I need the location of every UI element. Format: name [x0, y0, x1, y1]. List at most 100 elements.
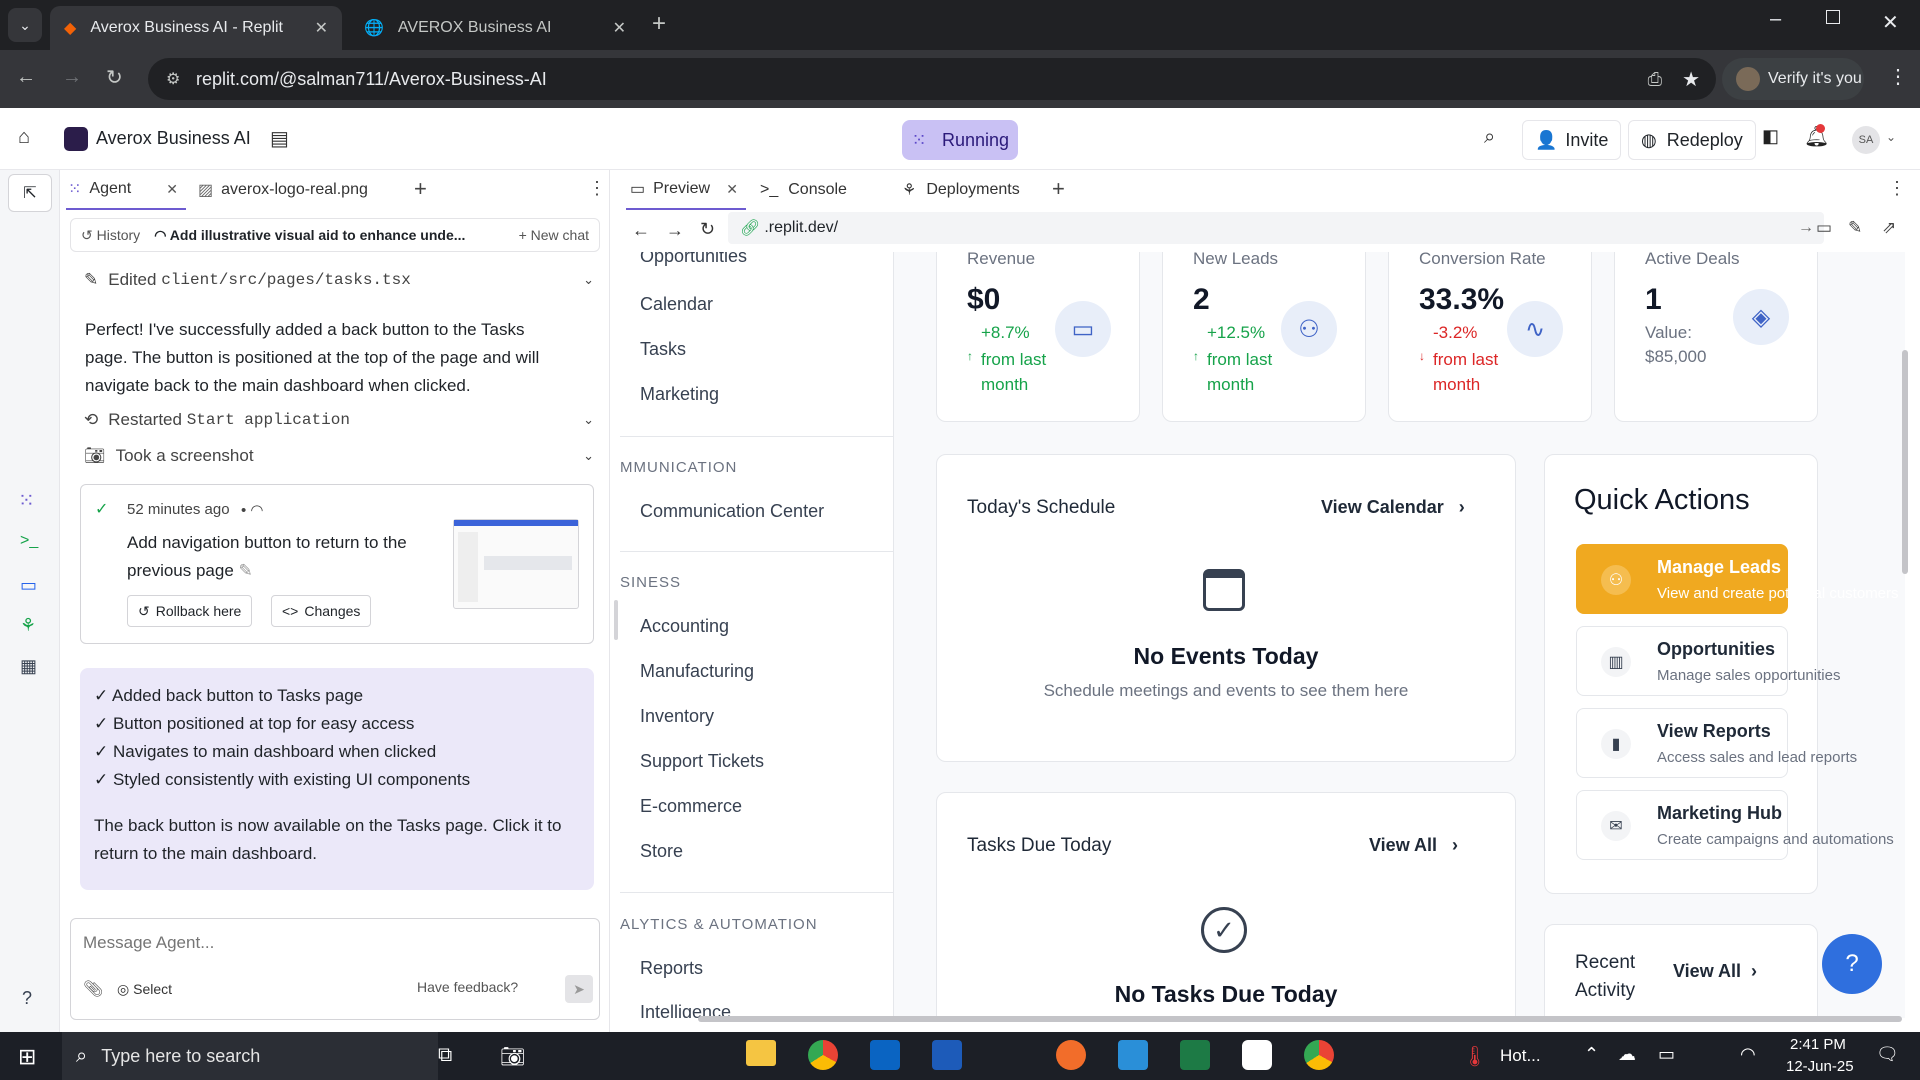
home-icon[interactable]: ⌂ [18, 126, 30, 149]
vscode-icon[interactable] [1118, 1040, 1148, 1070]
nav-item-e-commerce[interactable]: E-commerce [640, 796, 742, 817]
vertical-scrollbar[interactable] [1902, 350, 1908, 574]
view-calendar-link[interactable]: View Calendar › [1321, 497, 1465, 518]
preview-reload-icon[interactable]: ↻ [700, 219, 715, 240]
all-tools-icon[interactable]: ▦ [20, 656, 37, 677]
task-view-icon[interactable]: ⧉ [438, 1044, 452, 1067]
nav-item-manufacturing[interactable]: Manufacturing [640, 661, 754, 682]
address-bar[interactable]: ⚙ replit.com/@salman711/Averox-Business-… [148, 58, 1716, 100]
project-name[interactable]: Averox Business AI [96, 128, 251, 149]
firefox-icon[interactable] [1056, 1040, 1086, 1070]
clock-date[interactable]: 12-Jun-25 [1786, 1058, 1854, 1075]
new-chat-button[interactable]: + New chat [519, 227, 589, 243]
close-window-icon[interactable]: ✕ [1882, 10, 1899, 35]
send-button[interactable]: ➤ [565, 975, 593, 1003]
console-tool-icon[interactable]: >_ [20, 532, 38, 550]
extensions-icon[interactable]: ◧ [1762, 126, 1779, 147]
panel-menu-icon[interactable]: ⋮ [588, 178, 606, 199]
browser-menu-icon[interactable]: ⋮ [1888, 64, 1908, 89]
chevron-down-icon[interactable]: ⌄ [583, 412, 594, 428]
help-icon[interactable]: ? [22, 988, 32, 1009]
new-tool-icon[interactable]: ⇱ [8, 174, 52, 212]
maximize-icon[interactable] [1826, 10, 1840, 24]
preview-tool-icon[interactable]: ▭ [20, 575, 37, 596]
minimize-icon[interactable]: – [1770, 8, 1781, 31]
quick-action-manage-leads[interactable]: ⚇ Manage Leads View and create potential… [1576, 544, 1899, 614]
chrome-active-icon[interactable] [1304, 1040, 1334, 1070]
tab-image-file[interactable]: ▨ averox-logo-real.png [192, 170, 368, 210]
nav-item-marketing[interactable]: Marketing [640, 384, 719, 405]
quick-action-opportunities[interactable]: ▥ Opportunities Manage sales opportuniti… [1576, 626, 1840, 696]
chrome-icon[interactable] [808, 1040, 838, 1070]
forward-arrow-icon[interactable]: → [62, 66, 82, 89]
site-info-icon[interactable]: ⚙ [166, 69, 180, 89]
taskbar-search[interactable]: ⌕ Type here to search [62, 1032, 438, 1080]
wifi-icon[interactable]: ◠ [1740, 1044, 1756, 1065]
horizontal-scrollbar[interactable] [698, 1016, 1902, 1022]
tab-console[interactable]: >_ Console [756, 170, 847, 210]
panel-resize-handle[interactable] [614, 600, 618, 640]
nav-item-reports[interactable]: Reports [640, 958, 703, 979]
notifications-icon[interactable]: 🗨︎ [1876, 1044, 1899, 1065]
project-menu-icon[interactable]: ▤ [270, 126, 289, 151]
excel-icon[interactable] [1180, 1040, 1210, 1070]
history-button[interactable]: ↺ History [71, 227, 140, 244]
chevron-down-icon[interactable]: ⌄ [583, 448, 594, 464]
preview-back-icon[interactable]: ← [632, 220, 650, 241]
close-tab-icon[interactable]: ✕ [166, 181, 178, 198]
browser-tab-active[interactable]: ◆ Averox Business AI - Replit ✕ [50, 6, 342, 50]
file-explorer-icon[interactable] [746, 1040, 776, 1066]
select-button[interactable]: ◎ Select [117, 981, 172, 998]
screenshot-action[interactable]: 📷︎ Took a screenshot ⌄ [84, 446, 594, 466]
browser-tab-inactive[interactable]: 🌐 AVEROX Business AI ✕ [350, 6, 640, 50]
help-fab[interactable]: ? [1822, 934, 1882, 994]
nav-item-store[interactable]: Store [640, 841, 683, 862]
tab-deployments[interactable]: ⚘ Deployments [884, 170, 1020, 210]
camera-app-icon[interactable]: 📷︎ [500, 1044, 525, 1069]
bookmark-star-icon[interactable]: ★ [1682, 67, 1700, 92]
device-icon[interactable]: ▭ [1816, 218, 1832, 238]
changes-button[interactable]: <> Changes [271, 595, 372, 627]
battery-icon[interactable]: ▭ [1658, 1044, 1675, 1065]
preview-forward-icon[interactable]: → [666, 220, 684, 241]
view-all-tasks-link[interactable]: View All › [1369, 835, 1458, 856]
view-all-activity-link[interactable]: View All › [1673, 961, 1757, 982]
attach-icon[interactable]: 📎︎ [83, 979, 103, 999]
tab-agent[interactable]: ⁙ Agent ✕ [66, 170, 186, 210]
open-new-tab-icon[interactable]: ⇗ [1882, 218, 1896, 238]
clock-time[interactable]: 2:41 PM [1790, 1036, 1846, 1053]
feedback-link[interactable]: Have feedback? [417, 979, 518, 995]
close-tab-icon[interactable]: ✕ [315, 18, 328, 38]
search-icon[interactable]: ⌕ [1484, 126, 1495, 149]
weather-text[interactable]: Hot... [1500, 1046, 1541, 1066]
edited-file-action[interactable]: ✎ Edited client/src/pages/tasks.tsx ⌄ [84, 270, 594, 290]
tab-preview[interactable]: ▭ Preview ✕ [626, 170, 746, 210]
arrow-right-icon[interactable]: → [1798, 219, 1814, 237]
quick-action-marketing-hub[interactable]: ✉ Marketing Hub Create campaigns and aut… [1576, 790, 1894, 860]
nav-item-tasks[interactable]: Tasks [640, 339, 686, 360]
run-status-button[interactable]: ⁙ Running [902, 120, 1018, 160]
pencil-icon[interactable]: ✎ [239, 561, 253, 580]
rollback-button[interactable]: ↺ Rollback here [127, 595, 253, 627]
message-input[interactable] [83, 929, 583, 957]
agent-tool-icon[interactable]: ⁙ [18, 488, 35, 513]
chevron-down-icon[interactable]: ⌄ [1886, 130, 1896, 144]
nav-item-calendar[interactable]: Calendar [640, 294, 713, 315]
chevron-down-icon[interactable]: ⌄ [583, 272, 594, 288]
close-tab-icon[interactable]: ✕ [726, 181, 738, 198]
back-arrow-icon[interactable]: ← [16, 66, 36, 89]
restarted-action[interactable]: ⟲ Restarted Start application ⌄ [84, 410, 594, 430]
nav-item-inventory[interactable]: Inventory [640, 706, 714, 727]
devtools-icon[interactable]: ✎ [1848, 218, 1862, 238]
verify-button[interactable]: Verify it's you [1722, 58, 1864, 100]
word-icon[interactable] [932, 1040, 962, 1070]
nav-item-accounting[interactable]: Accounting [640, 616, 729, 637]
panel-menu-icon[interactable]: ⋮ [1888, 178, 1906, 199]
redeploy-button[interactable]: ◍ Redeploy [1628, 120, 1756, 160]
cloud-icon[interactable]: ☁ [1618, 1044, 1636, 1065]
capcut-icon[interactable] [1242, 1040, 1272, 1070]
add-tab-icon[interactable]: + [414, 176, 427, 202]
nav-item-communication-center[interactable]: Communication Center [640, 501, 824, 522]
outlook-icon[interactable] [870, 1040, 900, 1070]
add-tab-icon[interactable]: + [1052, 176, 1065, 202]
